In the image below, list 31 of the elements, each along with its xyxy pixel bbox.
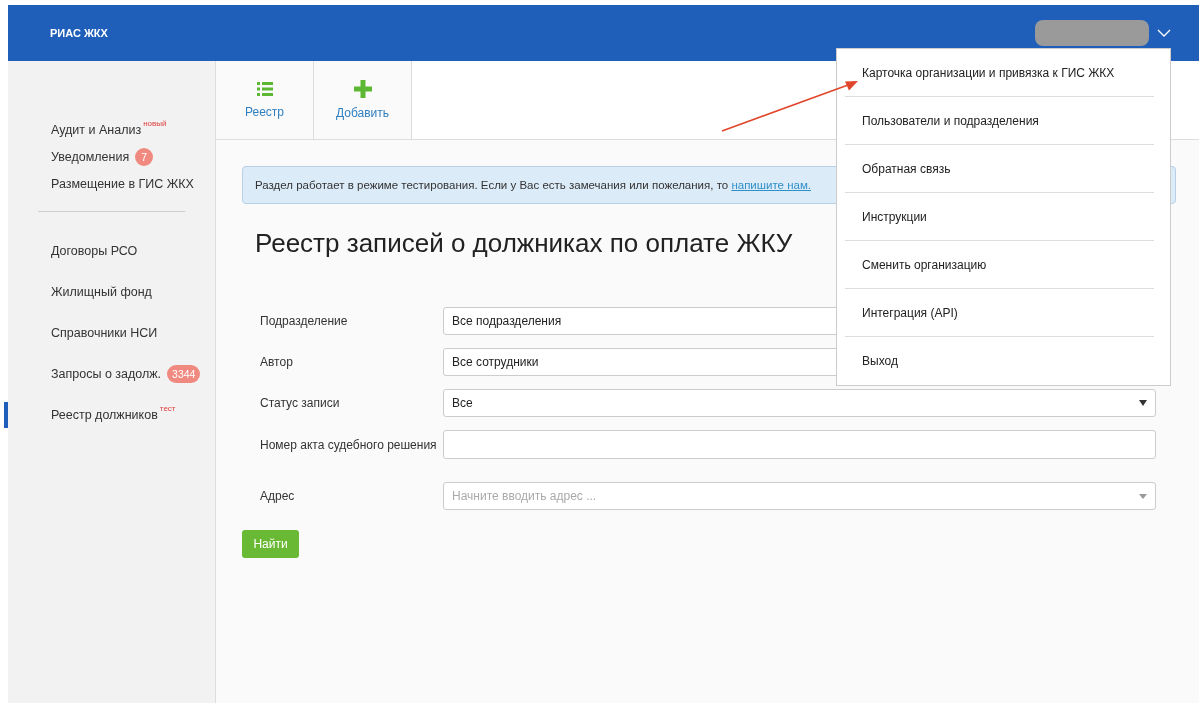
menu-item[interactable]: Сменить организацию (845, 241, 1154, 289)
sidebar-item[interactable]: Жилищный фонд (4, 279, 211, 305)
sidebar-item[interactable]: Уведомления 7 (4, 144, 211, 170)
list-icon (256, 81, 273, 97)
count-badge: 7 (135, 148, 154, 166)
item-tag: тест (159, 404, 176, 413)
field-label: Номер акта судебного решения (260, 437, 438, 452)
plus-icon (353, 80, 372, 98)
toolbar-button[interactable]: Добавить (314, 61, 412, 139)
select-field[interactable]: Все (443, 389, 1156, 417)
menu-item[interactable]: Интеграция (API) (845, 289, 1154, 337)
field-label: Статус записи (260, 396, 341, 410)
sidebar-item[interactable]: Справочники НСИ (4, 320, 211, 346)
count-badge: 3344 (167, 365, 201, 383)
menu-item[interactable]: Инструкции (845, 193, 1154, 241)
menu-item[interactable]: Обратная связь (845, 145, 1154, 193)
sidebar-item[interactable]: Размещение в ГИС ЖКХ (4, 171, 211, 197)
sidebar-item[interactable]: Аудит и Анализ $^{новый}$ (4, 117, 211, 143)
field-label: Автор (260, 355, 294, 369)
field-label: Подразделение (260, 314, 349, 328)
page-title: Реестр записей о должниках по оплате ЖКУ (255, 228, 794, 259)
sidebar-item[interactable]: Договоры РСО (4, 238, 211, 264)
chevron-down-icon[interactable] (1157, 29, 1171, 37)
input-field[interactable] (443, 430, 1156, 459)
item-tag: новый (143, 119, 167, 128)
toolbar-button[interactable]: Реестр (216, 61, 314, 139)
sidebar-item[interactable]: Запросы о задолж. 3344 (4, 361, 211, 387)
app-title: РИАС ЖКХ (50, 27, 108, 39)
sidebar-item[interactable]: Реестр должников $^{тест}$ (4, 402, 211, 428)
field-label: Адрес (260, 489, 296, 503)
menu-item[interactable]: Пользователи и подразделения (845, 97, 1154, 145)
